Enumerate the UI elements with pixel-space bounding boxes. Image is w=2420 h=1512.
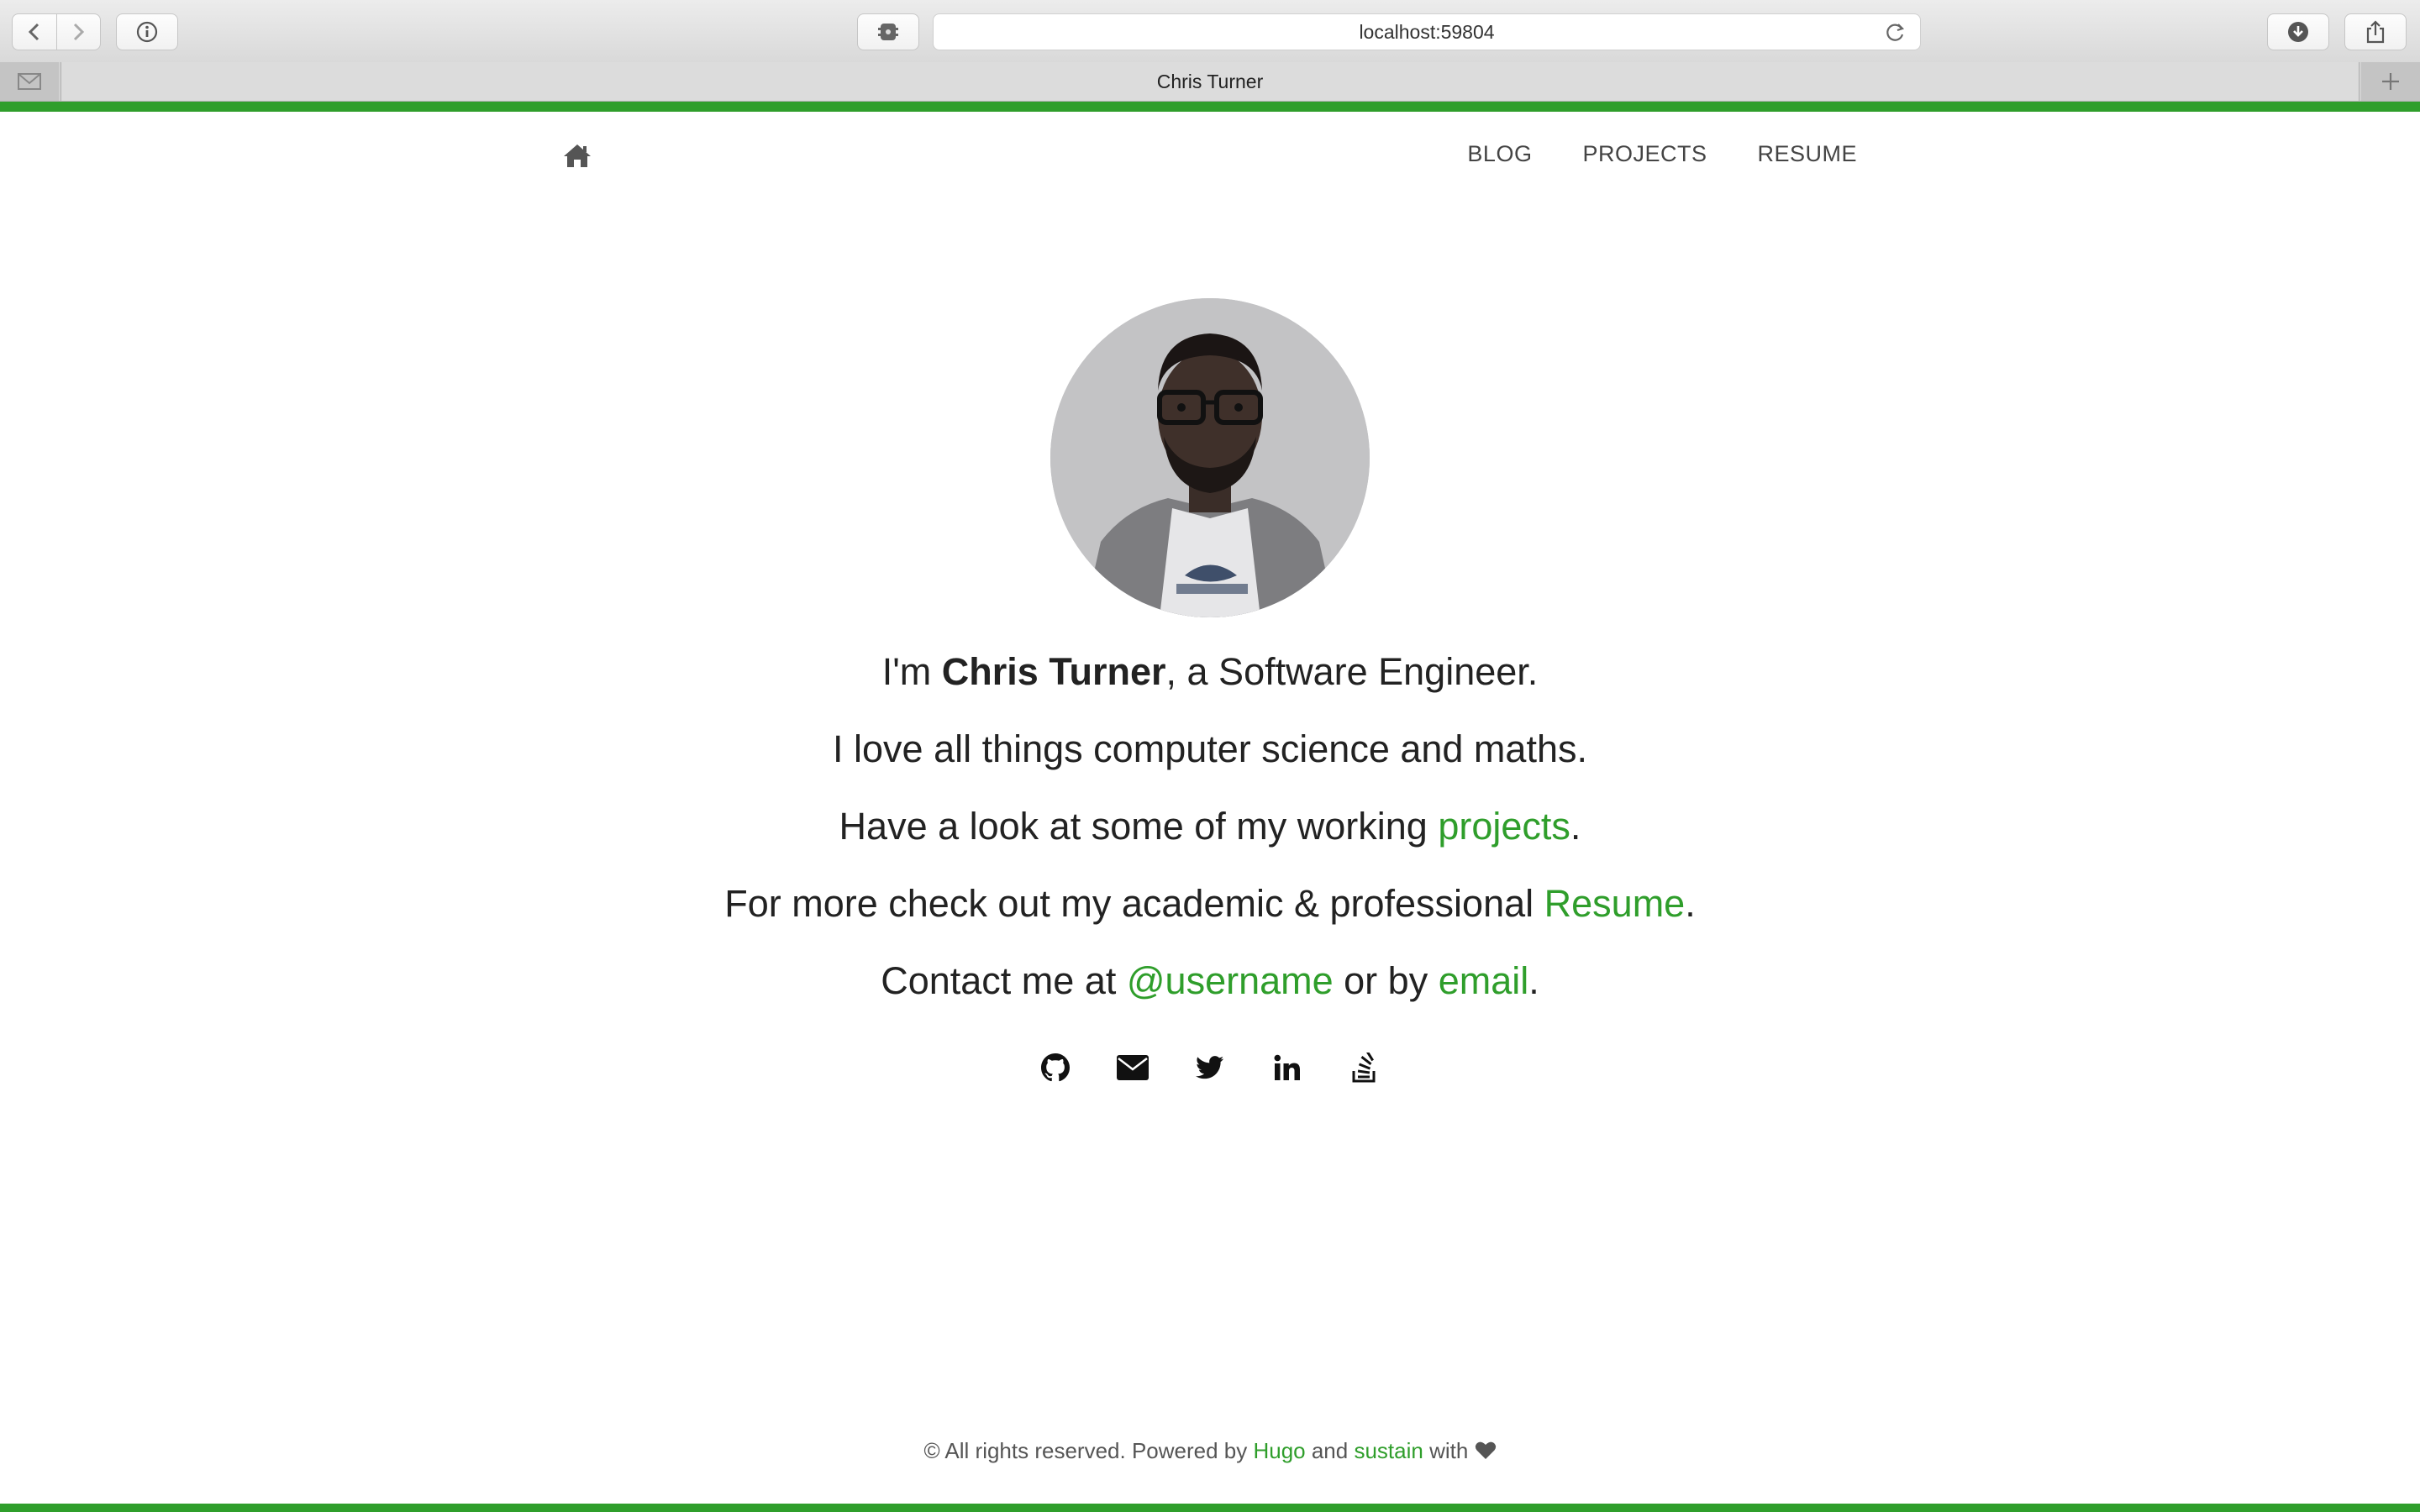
- browser-toolbar: localhost:59804: [0, 0, 2420, 63]
- twitter-link[interactable]: [1194, 1052, 1226, 1084]
- github-icon: [1041, 1053, 1070, 1082]
- stackoverflow-link[interactable]: [1349, 1052, 1381, 1084]
- text: Have a look at some of my working: [839, 805, 1439, 848]
- nav-blog-link[interactable]: BLOG: [1467, 141, 1532, 167]
- social-links: [0, 1052, 2420, 1084]
- intro-line-contact: Contact me at @username or by email.: [0, 949, 2420, 1026]
- linkedin-icon: [1274, 1054, 1300, 1080]
- address-bar[interactable]: localhost:59804: [933, 13, 1921, 50]
- text: , a Software Engineer.: [1165, 650, 1539, 693]
- intro-line-resume: For more check out my academic & profess…: [0, 872, 2420, 949]
- share-button[interactable]: [2344, 13, 2407, 50]
- tab-active[interactable]: Chris Turner: [60, 62, 2360, 101]
- email-link[interactable]: email: [1439, 959, 1529, 1002]
- intro-line-interests: I love all things computer science and m…: [833, 727, 1587, 770]
- footer-text: and: [1305, 1438, 1355, 1463]
- envelope-icon: [1117, 1055, 1149, 1080]
- nav-resume-link[interactable]: RESUME: [1757, 141, 1857, 167]
- profile-name: Chris Turner: [941, 650, 1166, 693]
- download-icon: [2288, 22, 2308, 42]
- footer-text: with: [1423, 1438, 1475, 1463]
- forward-button[interactable]: [55, 14, 101, 50]
- site-info-button[interactable]: [116, 13, 178, 50]
- extension-icon: [878, 24, 898, 40]
- intro-line-projects: Have a look at some of my working projec…: [0, 795, 2420, 872]
- avatar: [1050, 298, 1370, 617]
- chevron-left-icon: [28, 23, 39, 41]
- reload-icon[interactable]: [1885, 22, 1907, 44]
- top-accent-bar: [0, 102, 2420, 112]
- linkedin-link[interactable]: [1271, 1052, 1303, 1084]
- extension-button[interactable]: [857, 13, 919, 50]
- text: For more check out my academic & profess…: [724, 882, 1544, 925]
- profile-photo: [1050, 298, 1370, 617]
- chevron-right-icon: [74, 23, 85, 41]
- downloads-button[interactable]: [2267, 13, 2329, 50]
- text: I'm: [881, 650, 942, 693]
- email-icon-link[interactable]: [1117, 1052, 1149, 1084]
- text: Contact me at: [881, 959, 1127, 1002]
- plus-icon: [2382, 73, 2399, 90]
- twitter-icon: [1196, 1056, 1224, 1079]
- main-nav: BLOG PROJECTS RESUME: [1467, 141, 1857, 167]
- bottom-accent-bar: [0, 1504, 2420, 1512]
- github-link[interactable]: [1039, 1052, 1071, 1084]
- tab-bar: Chris Turner: [0, 62, 2420, 102]
- info-icon: [136, 21, 158, 43]
- new-tab-button[interactable]: [2361, 62, 2420, 101]
- home-icon: [564, 144, 591, 167]
- tab-title: Chris Turner: [1156, 70, 1264, 92]
- heart-icon: [1475, 1441, 1496, 1459]
- text: .: [1528, 959, 1539, 1002]
- url-text: localhost:59804: [1359, 20, 1495, 43]
- nav-projects-link[interactable]: PROJECTS: [1582, 141, 1707, 167]
- hugo-link[interactable]: Hugo: [1253, 1438, 1305, 1463]
- intro-line-name: I'm Chris Turner, a Software Engineer.: [0, 640, 2420, 717]
- back-button[interactable]: [13, 14, 56, 50]
- mail-icon: [18, 73, 41, 90]
- footer-text: © All rights reserved. Powered by: [923, 1438, 1254, 1463]
- resume-link[interactable]: Resume: [1544, 882, 1686, 925]
- history-nav: [12, 13, 101, 50]
- projects-link[interactable]: projects: [1438, 805, 1570, 848]
- stackoverflow-icon: [1352, 1053, 1376, 1083]
- mail-tab-button[interactable]: [0, 62, 59, 101]
- share-icon: [2366, 20, 2385, 44]
- username-link[interactable]: @username: [1127, 959, 1334, 1002]
- text: or by: [1333, 959, 1439, 1002]
- intro-text: I'm Chris Turner, a Software Engineer. I…: [0, 640, 2420, 1026]
- text: .: [1570, 805, 1581, 848]
- footer: © All rights reserved. Powered by Hugo a…: [0, 1438, 2420, 1464]
- text: .: [1685, 882, 1696, 925]
- home-link[interactable]: [563, 143, 592, 172]
- sustain-link[interactable]: sustain: [1354, 1438, 1423, 1463]
